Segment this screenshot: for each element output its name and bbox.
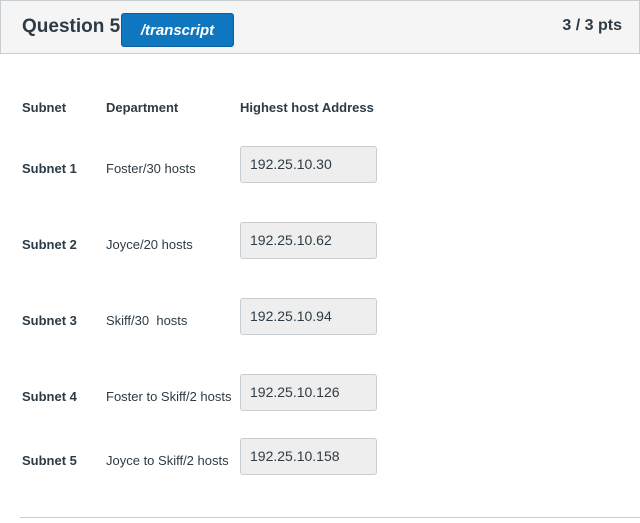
subnet-label: Subnet 4 (22, 389, 77, 404)
column-header-highest-host: Highest host Address (240, 100, 374, 115)
department-label: Joyce/20 hosts (106, 237, 193, 252)
subnet-label: Subnet 2 (22, 237, 77, 252)
divider (20, 517, 640, 518)
question-points: 3 / 3 pts (562, 17, 622, 34)
question-header: Question 5 /transcript 3 / 3 pts (0, 0, 640, 54)
department-label: Foster to Skiff/2 hosts (106, 389, 232, 404)
subnet-label: Subnet 1 (22, 161, 77, 176)
transcript-button[interactable]: /transcript (121, 13, 234, 47)
answer-field[interactable]: 192.25.10.94 (240, 298, 377, 335)
answer-field[interactable]: 192.25.10.158 (240, 438, 377, 475)
column-header-department: Department (106, 100, 179, 115)
answer-field[interactable]: 192.25.10.30 (240, 146, 377, 183)
question-title: Question 5 (22, 16, 121, 37)
answer-field[interactable]: 192.25.10.126 (240, 374, 377, 411)
subnet-label: Subnet 3 (22, 313, 77, 328)
answer-field[interactable]: 192.25.10.62 (240, 222, 377, 259)
column-header-subnet: Subnet (22, 100, 67, 115)
department-label: Joyce to Skiff/2 hosts (106, 453, 229, 468)
subnet-label: Subnet 5 (22, 453, 77, 468)
department-label: Foster/30 hosts (106, 161, 196, 176)
department-label: Skiff/30 hosts (106, 313, 188, 328)
